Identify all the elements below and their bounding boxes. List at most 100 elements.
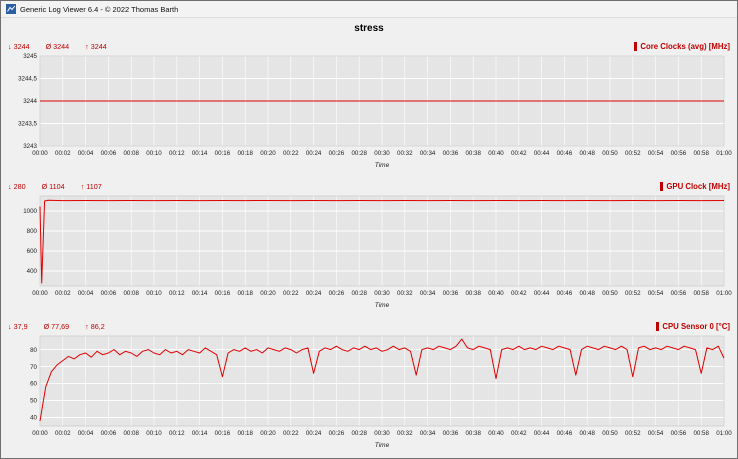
svg-text:70: 70: [30, 364, 37, 371]
svg-text:00:24: 00:24: [306, 430, 322, 437]
stat-avg: Ø 3244: [46, 42, 70, 51]
svg-text:00:44: 00:44: [534, 290, 550, 297]
app-icon: [6, 4, 16, 14]
svg-text:00:42: 00:42: [511, 430, 527, 437]
svg-text:00:22: 00:22: [283, 290, 299, 297]
svg-text:60: 60: [30, 381, 37, 388]
svg-text:00:34: 00:34: [420, 290, 436, 297]
svg-text:00:34: 00:34: [420, 150, 436, 157]
panel-header: ↓ 37,9 Ø 77,69 ↑ 86,2 CPU Sensor 0 [°C]: [6, 319, 732, 333]
chart-panel-cpu-sensor: ↓ 37,9 Ø 77,69 ↑ 86,2 CPU Sensor 0 [°C] …: [1, 319, 737, 459]
svg-text:00:58: 00:58: [693, 150, 709, 157]
svg-text:00:10: 00:10: [146, 150, 162, 157]
svg-text:00:34: 00:34: [420, 430, 436, 437]
stat-min: ↓ 37,9: [8, 322, 28, 331]
stat-max: ↑ 3244: [85, 42, 107, 51]
svg-text:00:06: 00:06: [101, 150, 117, 157]
svg-text:00:06: 00:06: [101, 430, 117, 437]
svg-text:1000: 1000: [23, 208, 37, 215]
svg-text:3243,5: 3243,5: [18, 121, 37, 128]
svg-text:00:36: 00:36: [443, 290, 459, 297]
chart-plot-gpu-clock[interactable]: 00:0000:0200:0400:0600:0800:1000:1200:14…: [6, 193, 734, 319]
svg-text:00:48: 00:48: [579, 150, 595, 157]
svg-text:00:10: 00:10: [146, 430, 162, 437]
svg-text:50: 50: [30, 398, 37, 405]
svg-text:Time: Time: [375, 442, 390, 449]
svg-text:00:16: 00:16: [215, 430, 231, 437]
red-bar-icon: [660, 182, 663, 191]
svg-text:01:00: 01:00: [716, 150, 732, 157]
stat-max: ↑ 86,2: [85, 322, 105, 331]
svg-text:00:12: 00:12: [169, 290, 185, 297]
svg-text:00:56: 00:56: [671, 430, 687, 437]
svg-text:00:52: 00:52: [625, 150, 641, 157]
svg-text:00:56: 00:56: [671, 290, 687, 297]
svg-text:00:46: 00:46: [557, 150, 573, 157]
svg-text:00:44: 00:44: [534, 150, 550, 157]
svg-text:00:46: 00:46: [557, 290, 573, 297]
svg-text:00:32: 00:32: [397, 290, 413, 297]
svg-text:00:58: 00:58: [693, 430, 709, 437]
svg-text:00:02: 00:02: [55, 290, 71, 297]
svg-text:00:36: 00:36: [443, 150, 459, 157]
svg-text:00:54: 00:54: [648, 430, 664, 437]
svg-text:01:00: 01:00: [716, 430, 732, 437]
svg-text:00:14: 00:14: [192, 430, 208, 437]
window-titlebar[interactable]: Generic Log Viewer 6.4 - © 2022 Thomas B…: [1, 1, 737, 18]
chart-plot-cpu-sensor[interactable]: 00:0000:0200:0400:0600:0800:1000:1200:14…: [6, 333, 734, 459]
svg-text:40: 40: [30, 415, 37, 422]
svg-text:00:04: 00:04: [78, 150, 94, 157]
svg-text:00:16: 00:16: [215, 290, 231, 297]
red-bar-icon: [656, 322, 659, 331]
svg-text:00:54: 00:54: [648, 150, 664, 157]
chart-title-label: Core Clocks (avg) [MHz]: [640, 42, 730, 51]
svg-text:00:12: 00:12: [169, 430, 185, 437]
chart-title: GPU Clock [MHz]: [660, 182, 730, 191]
svg-text:00:42: 00:42: [511, 290, 527, 297]
svg-text:00:40: 00:40: [488, 290, 504, 297]
chart-title: CPU Sensor 0 [°C]: [656, 322, 730, 331]
svg-text:00:22: 00:22: [283, 430, 299, 437]
stat-max: ↑ 1107: [81, 182, 102, 191]
svg-text:00:20: 00:20: [260, 150, 276, 157]
svg-text:00:24: 00:24: [306, 150, 322, 157]
svg-text:00:08: 00:08: [123, 430, 139, 437]
svg-text:00:50: 00:50: [602, 150, 618, 157]
stat-min: ↓ 3244: [8, 42, 30, 51]
chart-plot-core-clocks[interactable]: 00:0000:0200:0400:0600:0800:1000:1200:14…: [6, 53, 734, 179]
svg-text:00:18: 00:18: [237, 430, 253, 437]
svg-text:00:30: 00:30: [374, 430, 390, 437]
svg-text:00:04: 00:04: [78, 430, 94, 437]
svg-text:00:20: 00:20: [260, 290, 276, 297]
svg-text:00:18: 00:18: [237, 150, 253, 157]
panel-header: ↓ 3244 Ø 3244 ↑ 3244 Core Clocks (avg) […: [6, 39, 732, 53]
svg-text:400: 400: [27, 268, 38, 275]
svg-text:00:08: 00:08: [123, 290, 139, 297]
svg-text:00:26: 00:26: [329, 290, 345, 297]
svg-text:00:26: 00:26: [329, 430, 345, 437]
svg-text:80: 80: [30, 347, 37, 354]
svg-text:00:52: 00:52: [625, 430, 641, 437]
svg-text:01:00: 01:00: [716, 290, 732, 297]
svg-text:600: 600: [27, 248, 38, 255]
svg-text:00:00: 00:00: [32, 430, 48, 437]
svg-text:00:30: 00:30: [374, 150, 390, 157]
svg-text:Time: Time: [375, 302, 390, 309]
window-title: Generic Log Viewer 6.4 - © 2022 Thomas B…: [20, 5, 178, 14]
svg-text:00:50: 00:50: [602, 430, 618, 437]
chart-title-label: GPU Clock [MHz]: [666, 182, 730, 191]
svg-text:00:22: 00:22: [283, 150, 299, 157]
log-file-title: stress: [1, 18, 737, 39]
svg-text:00:12: 00:12: [169, 150, 185, 157]
stat-avg: Ø 77,69: [44, 322, 70, 331]
svg-text:00:44: 00:44: [534, 430, 550, 437]
svg-text:00:14: 00:14: [192, 150, 208, 157]
svg-text:3243: 3243: [23, 143, 37, 150]
svg-text:00:42: 00:42: [511, 150, 527, 157]
svg-text:00:48: 00:48: [579, 290, 595, 297]
svg-text:00:26: 00:26: [329, 150, 345, 157]
svg-text:00:28: 00:28: [351, 430, 367, 437]
svg-text:3245: 3245: [23, 53, 37, 60]
svg-text:00:46: 00:46: [557, 430, 573, 437]
chart-stats: ↓ 280 Ø 1104 ↑ 1107: [8, 182, 102, 191]
